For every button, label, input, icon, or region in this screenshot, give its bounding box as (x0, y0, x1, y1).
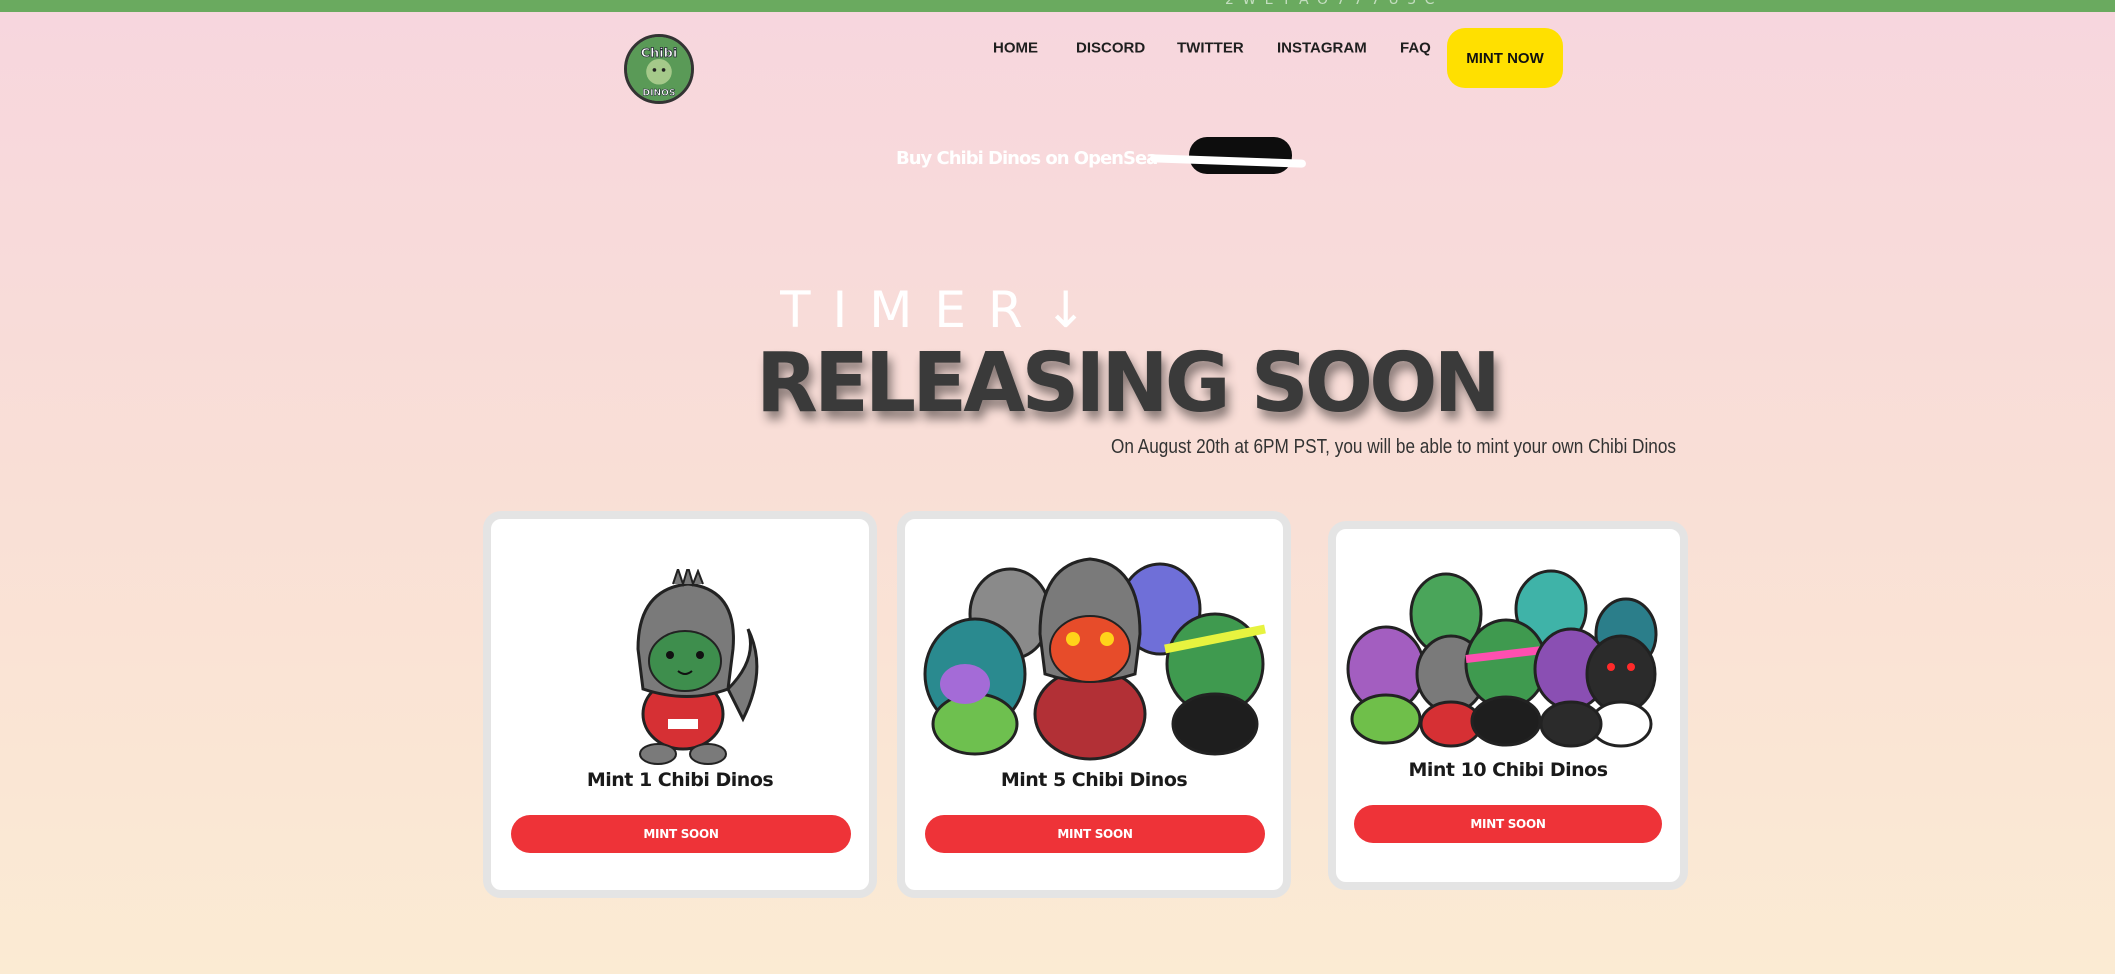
mint-card-3-button[interactable]: MINT SOON (1354, 805, 1662, 843)
dino-1-image (636, 569, 759, 765)
hero-title: RELEASING SOON (756, 336, 1501, 431)
opensea-banner-text[interactable]: Buy Chibi Dinos on OpenSea (896, 148, 1158, 169)
logo-wordmark-top: Chibi (641, 46, 677, 61)
nav-twitter[interactable]: TWITTER (1177, 40, 1244, 57)
dino-5-image (923, 557, 1266, 761)
mint-card-2-button[interactable]: MINT SOON (925, 815, 1265, 853)
dino-10-image (1346, 569, 1658, 748)
hero-subtitle: On August 20th at 6PM PST, you will be a… (1111, 436, 1677, 458)
timer-scribble-text: TIMER↓ (780, 281, 1109, 339)
topbar-clipped-text: 2 W E T A O 7 7 7 U 3 C (1225, 0, 1437, 8)
mint-card-3-title: Mint 10 Chibi Dinos (1408, 759, 1608, 781)
mint-card-3: Mint 10 Chibi Dinos MINT SOON (1328, 521, 1688, 890)
logo-wordmark-bottom: DINOS (643, 89, 676, 99)
mint-card-1-title: Mint 1 Chibi Dinos (586, 769, 774, 791)
mint-card-1-button[interactable]: MINT SOON (511, 815, 851, 853)
mint-card-2-title: Mint 5 Chibi Dinos (1000, 769, 1188, 791)
mint-card-1: Mint 1 Chibi Dinos MINT SOON (483, 511, 877, 898)
mint-card-2: Mint 5 Chibi Dinos MINT SOON (897, 511, 1291, 898)
mint-now-button[interactable]: MINT NOW (1447, 28, 1563, 88)
nav-home[interactable]: HOME (993, 40, 1038, 57)
logo-image: Chibi DINOS (627, 37, 691, 101)
nav-discord[interactable]: DISCORD (1076, 40, 1145, 57)
nav-faq[interactable]: FAQ (1400, 40, 1431, 57)
chibi-dinos-logo[interactable]: Chibi DINOS (624, 34, 694, 104)
nav-instagram[interactable]: INSTAGRAM (1277, 40, 1367, 57)
top-accent-bar: 2 W E T A O 7 7 7 U 3 C (0, 0, 2115, 12)
